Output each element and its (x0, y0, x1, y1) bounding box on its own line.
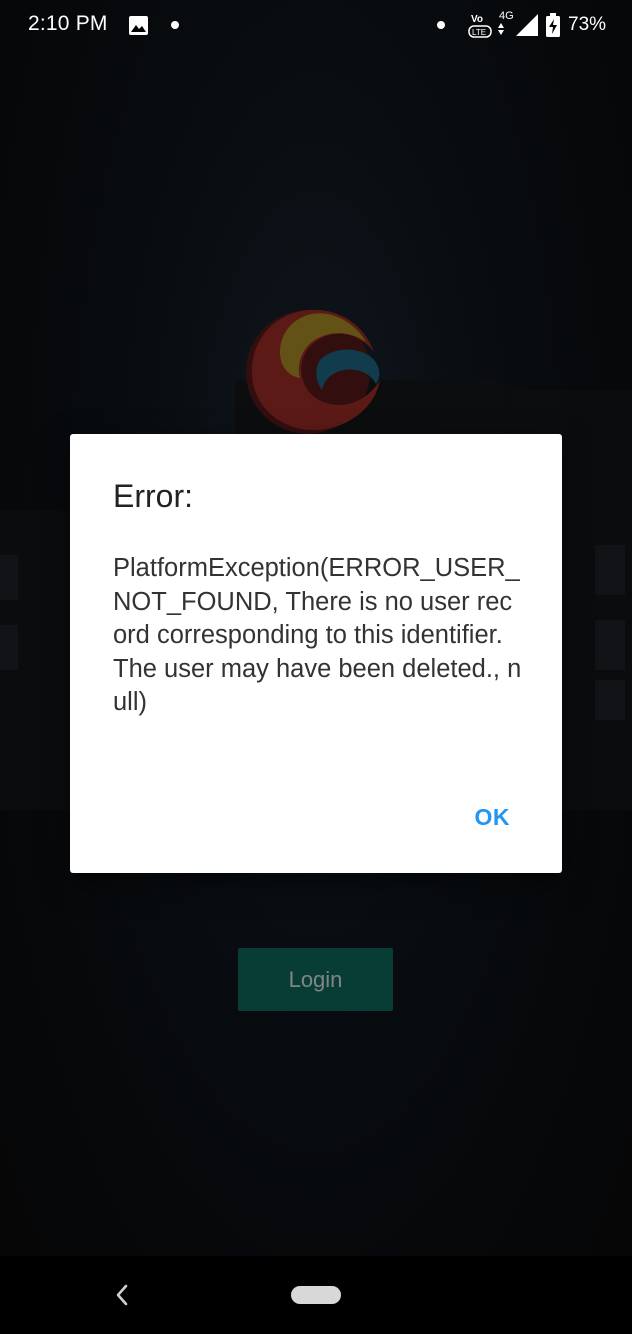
battery-percentage: 73% (568, 14, 607, 35)
dialog-title: Error: (113, 478, 193, 514)
image-icon (129, 16, 148, 35)
home-pill-icon[interactable] (291, 1286, 341, 1304)
error-dialog: Error: PlatformException(ERROR_USER_NOT_… (70, 434, 562, 873)
status-time: 2:10 PM (28, 12, 108, 35)
battery-charging-icon (546, 13, 560, 37)
dot-icon (171, 21, 179, 29)
data-arrows-icon (498, 23, 504, 35)
back-icon[interactable] (108, 1280, 136, 1310)
svg-text:LTE: LTE (472, 28, 486, 37)
svg-text:Vo: Vo (471, 14, 483, 25)
navigation-bar (0, 1256, 632, 1334)
ok-button[interactable]: OK (469, 800, 517, 835)
dialog-message: PlatformException(ERROR_USER_NOT_FOUND, … (113, 554, 522, 716)
network-type: 4G (499, 10, 514, 22)
signal-icon (516, 14, 538, 36)
volte-icon: Vo LTE (468, 14, 492, 38)
status-bar: 2:10 PM Vo LTE 4G 73% (0, 0, 632, 52)
dot-icon (437, 21, 445, 29)
